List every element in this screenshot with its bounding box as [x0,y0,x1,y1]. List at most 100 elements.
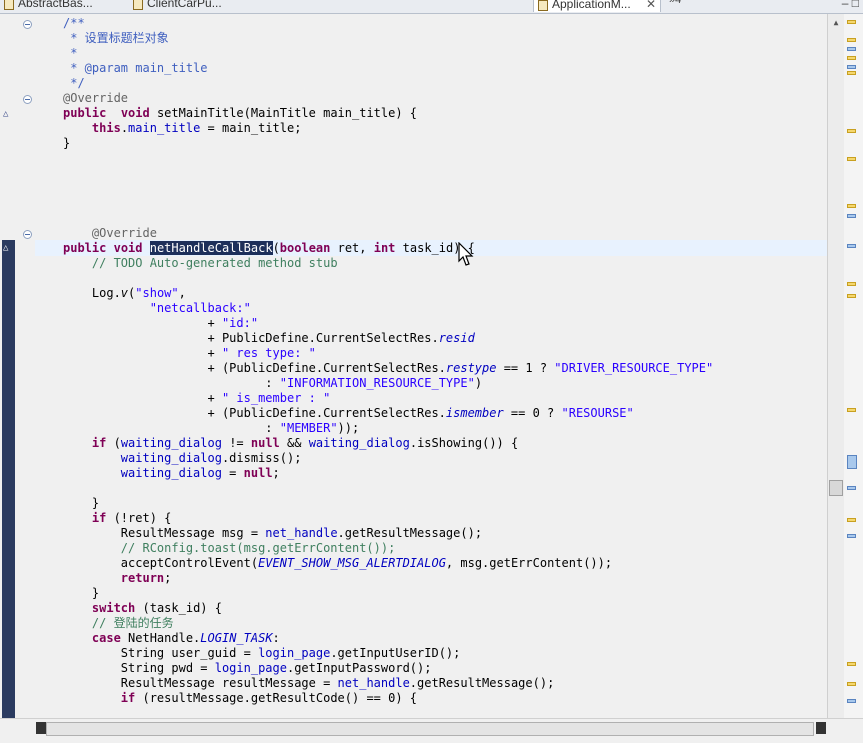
code-token: /** [63,16,85,30]
code-token: null [243,466,273,480]
close-tab-icon[interactable]: ✕ [646,0,656,12]
code-token: != [221,436,251,450]
java-file-icon [133,0,143,10]
code-token: public [63,241,107,255]
collapse-fold-icon[interactable] [23,230,32,239]
code-editor[interactable]: △ △ /** * 设置标题栏对象 * * @param main_title … [0,14,827,718]
code-token: resid [438,331,475,345]
occurrence-marker[interactable] [847,47,856,51]
collapse-fold-icon[interactable] [23,20,32,29]
code-token: && [279,436,309,450]
editor-tab-bar: AbstractBas... ClientCarPu... Applicatio… [0,0,863,14]
warning-marker[interactable] [847,56,856,60]
minimize-button[interactable]: – [842,0,849,10]
code-token: EVENT_SHOW_MSG_ALERTDIALOG [258,556,446,570]
code-token: case [91,631,121,645]
tab-label: AbstractBas... [18,0,93,10]
warning-marker[interactable] [847,38,856,42]
code-token: return [120,571,165,585]
code-token: ( [106,436,121,450]
warning-marker[interactable] [847,71,856,75]
occurrence-marker[interactable] [847,486,856,490]
warning-marker[interactable] [847,294,856,298]
warning-marker[interactable] [847,518,856,522]
code-token: // RConfig.toast(msg.getErrContent()); [120,541,396,555]
code-token: setMainTitle(MainTitle main_title) { [149,106,418,120]
code-token: Log. [63,286,121,300]
warning-marker[interactable] [847,204,856,208]
code-token: + [63,316,222,330]
occurrence-marker[interactable] [847,699,856,703]
code-token: String pwd = [63,661,215,675]
code-token: switch [91,601,136,615]
warning-marker[interactable] [847,157,856,161]
code-token: + (PublicDefine.CurrentSelectRes. [63,406,446,420]
code-token: ) [474,376,483,390]
more-tabs-button[interactable]: »4 [669,0,681,6]
warning-marker[interactable] [847,662,856,666]
overview-ruler [844,14,863,718]
tab-clientcarpu[interactable]: ClientCarPu... [129,0,257,12]
code-token: "DRIVER_RESOURCE_TYPE" [554,361,714,375]
warning-marker[interactable] [847,282,856,286]
scroll-right-icon[interactable] [816,722,826,734]
code-token: waiting_dialog [120,436,222,450]
selected-identifier: netHandleCallBack [149,241,273,255]
code-token: ResultMessage resultMessage = [63,676,338,690]
override-indicator-icon[interactable]: △ [3,243,8,253]
occurrence-marker[interactable] [847,65,856,69]
code-token: "RESOURSE" [561,406,634,420]
java-file-icon [538,0,548,11]
code-token: = main_title; [200,121,302,135]
code-token: ; [164,571,172,585]
code-token: waiting_dialog [120,466,222,480]
code-token: " is_member : " [221,391,331,405]
code-token: login_page [258,646,331,660]
override-indicator-icon[interactable]: △ [3,109,8,119]
collapse-fold-icon[interactable] [23,95,32,104]
maximize-button[interactable]: □ [852,0,859,10]
occurrence-marker[interactable] [847,534,856,538]
code-token: .dismiss(); [221,451,302,465]
code-token: )); [337,421,360,435]
tab-abstractbase[interactable]: AbstractBas... [0,0,128,12]
code-token: if [91,436,107,450]
scroll-left-icon[interactable] [36,722,46,734]
horizontal-scrollbar-thumb[interactable] [46,722,814,736]
scrollbar-thumb[interactable] [829,480,843,496]
warning-marker[interactable] [847,682,856,686]
tab-label: ApplicationM... [552,0,631,11]
warning-marker[interactable] [847,408,856,412]
occurrence-marker[interactable] [847,214,856,218]
code-token: == 0 ? [503,406,562,420]
vertical-ruler [0,14,17,718]
code-token: . [120,121,129,135]
code-token: null [250,436,280,450]
code-token: "MEMBER" [279,421,338,435]
code-token: : [63,376,280,390]
code-token: + [63,391,222,405]
code-token: (resultMessage.getResultCode() == 0) { [135,691,418,705]
warning-marker[interactable] [847,129,856,133]
code-token: == 1 ? [496,361,555,375]
occurrence-marker[interactable] [847,244,856,248]
warning-marker[interactable] [847,20,856,24]
tab-label: ClientCarPu... [147,0,222,10]
occurrence-marker[interactable] [847,455,857,469]
tab-applicationm[interactable]: ApplicationM... ✕ [533,0,661,12]
vertical-scrollbar[interactable]: ▲ [827,14,844,718]
code-token: NetHandle. [120,631,201,645]
code-token: .getInputPassword(); [286,661,432,675]
code-token: } [63,496,100,510]
scroll-up-icon[interactable]: ▲ [830,18,842,28]
code-token: @Override [63,91,129,105]
mouse-pointer-icon [458,242,474,266]
horizontal-scrollbar[interactable] [0,718,863,743]
source-code[interactable]: /** * 设置标题栏对象 * * @param main_title */ @… [63,16,713,706]
